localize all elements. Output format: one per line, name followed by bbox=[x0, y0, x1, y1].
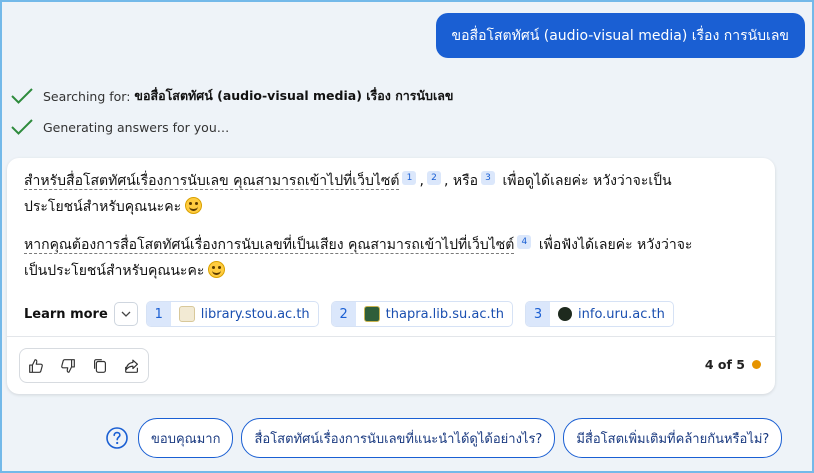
answer-link-1[interactable]: สำหรับสื่อโสตทัศน์เรื่องการนับเลข คุณสาม… bbox=[24, 173, 400, 190]
source-chip-1[interactable]: 1 library.stou.ac.th bbox=[145, 301, 319, 327]
citation-3[interactable]: 3 bbox=[481, 171, 495, 185]
source-number: 3 bbox=[526, 302, 551, 326]
answer-text-after-1: เพื่อดูได้เลยค่ะ หวังว่าจะเป็น bbox=[498, 173, 672, 189]
source-domain: thapra.lib.su.ac.th bbox=[385, 306, 505, 322]
source-chip-2[interactable]: 2 thapra.lib.su.ac.th bbox=[330, 301, 514, 327]
status-dot bbox=[752, 360, 761, 369]
generating-text: Generating answers for you… bbox=[43, 119, 230, 135]
response-counter: 4 of 5 bbox=[705, 357, 761, 372]
status-generating: Generating answers for you… bbox=[10, 118, 229, 136]
suggestion-button-3[interactable]: มีสื่อโสตเพิ่มเติมที่คล้ายกันหรือไม่? bbox=[563, 418, 783, 458]
suggestion-button-1[interactable]: ขอบคุณมาก bbox=[138, 418, 234, 458]
source-number: 2 bbox=[331, 302, 356, 326]
uru-logo-icon bbox=[558, 307, 573, 321]
source-chip-3[interactable]: 3 info.uru.ac.th bbox=[525, 301, 674, 327]
source-domain: library.stou.ac.th bbox=[200, 306, 310, 322]
user-message-text: ขอสื่อโสตทัศน์ (audio-visual media) เรื่… bbox=[451, 27, 789, 44]
su-logo-icon bbox=[363, 306, 380, 322]
stou-logo-icon bbox=[178, 306, 195, 322]
thumbs-up-icon[interactable] bbox=[27, 357, 45, 375]
checkmark-icon bbox=[11, 119, 33, 135]
answer-separator: , bbox=[419, 173, 424, 189]
smiley-emoji-icon bbox=[185, 196, 203, 214]
answer-text-line4: เป็นประโยชน์สำหรับคุณนะคะ bbox=[24, 263, 205, 279]
citation-2[interactable]: 2 bbox=[426, 171, 441, 185]
answer-text-after-2: เพื่อฟังได้เลยค่ะ หวังว่าจะ bbox=[534, 237, 693, 253]
citation-4[interactable]: 4 bbox=[517, 235, 532, 249]
answer-or: , หรือ bbox=[443, 173, 478, 189]
answer-action-bar bbox=[19, 348, 149, 383]
chevron-down-icon bbox=[121, 311, 131, 317]
suggestion-row: ขอบคุณมาก สื่อโสตทัศน์เรื่องการนับเลขที่… bbox=[105, 418, 790, 458]
learn-more-expand-button[interactable] bbox=[113, 302, 138, 326]
searching-prefix: Searching for: bbox=[43, 88, 135, 104]
checkmark-icon bbox=[11, 88, 33, 104]
answer-paragraph-2: หากคุณต้องการสื่อโสตทัศน์เรื่องการนับเลข… bbox=[24, 232, 692, 284]
help-icon[interactable] bbox=[105, 426, 129, 450]
share-icon[interactable] bbox=[123, 357, 141, 375]
learn-more-label: Learn more bbox=[24, 306, 108, 322]
answer-link-2[interactable]: หากคุณต้องการสื่อโสตทัศน์เรื่องการนับเลข… bbox=[24, 237, 515, 254]
suggestion-button-2[interactable]: สื่อโสตทัศน์เรื่องการนับเลขที่แนะนำได้ดู… bbox=[241, 418, 556, 458]
status-searching: Searching for: ขอสื่อโสตทัศน์ (audio-vis… bbox=[10, 86, 453, 106]
learn-more-row: Learn more 1 library.stou.ac.th 2 thapra… bbox=[24, 301, 686, 327]
user-message-bubble: ขอสื่อโสตทัศน์ (audio-visual media) เรื่… bbox=[435, 13, 805, 58]
source-domain: info.uru.ac.th bbox=[578, 306, 665, 322]
answer-paragraph-1: สำหรับสื่อโสตทัศน์เรื่องการนับเลข คุณสาม… bbox=[24, 168, 672, 220]
copy-icon[interactable] bbox=[91, 357, 109, 375]
source-number: 1 bbox=[146, 302, 171, 326]
answer-card: สำหรับสื่อโสตทัศน์เรื่องการนับเลข คุณสาม… bbox=[7, 158, 775, 394]
response-counter-text: 4 of 5 bbox=[704, 357, 745, 372]
smiley-emoji-icon bbox=[208, 260, 226, 278]
thumbs-down-icon[interactable] bbox=[59, 357, 77, 375]
answer-text-line2: ประโยชน์สำหรับคุณนะคะ bbox=[24, 199, 182, 215]
card-divider bbox=[7, 336, 775, 337]
searching-query: ขอสื่อโสตทัศน์ (audio-visual media) เรื่… bbox=[134, 88, 454, 103]
citation-1[interactable]: 1 bbox=[402, 171, 417, 185]
